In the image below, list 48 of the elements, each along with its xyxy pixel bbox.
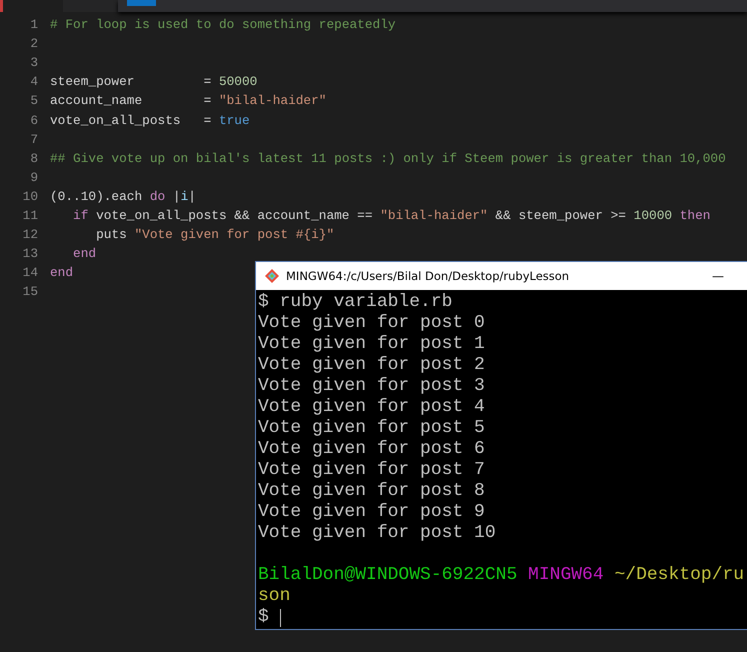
code-line: account_name = "bilal-haider" bbox=[50, 93, 326, 108]
code-line: end bbox=[50, 265, 74, 280]
minimize-button[interactable]: — bbox=[712, 269, 724, 283]
line-number: 11 bbox=[22, 208, 39, 223]
editor-tab[interactable] bbox=[0, 0, 63, 12]
terminal-text: Vote given for post 4 bbox=[258, 397, 485, 418]
terminal-text: Vote given for post 0 bbox=[258, 313, 485, 334]
terminal-text: son bbox=[258, 586, 290, 607]
terminal-text: Vote given for post 7 bbox=[258, 460, 485, 481]
line-number: 14 bbox=[22, 265, 39, 280]
square-icon bbox=[127, 0, 156, 6]
line-number: 1 bbox=[29, 17, 39, 32]
code-line: (0..10).each do |i| bbox=[50, 188, 196, 204]
terminal-text: Vote given for post 2 bbox=[258, 355, 485, 376]
line-number: 4 bbox=[29, 74, 39, 90]
line-number: 9 bbox=[29, 170, 39, 185]
line-number: 5 bbox=[29, 93, 39, 108]
terminal-text: Vote given for post 9 bbox=[258, 502, 485, 523]
line-number: 10 bbox=[22, 188, 39, 204]
window-title: MINGW64:/c/Users/Bilal Don/Desktop/rubyLesson bbox=[286, 269, 570, 283]
line-number: 13 bbox=[22, 246, 39, 262]
line-number: 12 bbox=[22, 227, 39, 242]
terminal-text: MINGW64 bbox=[527, 565, 604, 586]
code-line: end bbox=[73, 246, 96, 262]
text-cursor bbox=[280, 608, 281, 626]
line-number: 6 bbox=[29, 112, 39, 128]
line-number: 2 bbox=[29, 36, 39, 52]
terminal-text: BilalDon@WINDOWS-6922CN5 bbox=[258, 565, 518, 586]
line-number: 15 bbox=[22, 284, 39, 300]
terminal-text: Vote given for post 3 bbox=[258, 376, 485, 397]
line-number: 7 bbox=[29, 132, 39, 147]
line-number: 8 bbox=[29, 150, 39, 166]
code-line: vote_on_all_posts = true bbox=[50, 112, 250, 128]
code-line: ## Give vote up on bilal's latest 11 posts :) only if Steem power is greater than 10,000 bbox=[50, 150, 726, 166]
terminal-text: $ bbox=[258, 607, 269, 628]
terminal-text: ~/Desktop/ru bbox=[613, 565, 744, 586]
code-line: steem_power = 50000 bbox=[50, 74, 258, 90]
code-line: puts "Vote given for post #{i}" bbox=[96, 227, 334, 242]
terminal-text: Vote given for post 8 bbox=[258, 481, 485, 502]
terminal-text: Vote given for post 1 bbox=[258, 334, 485, 355]
terminal-text: Vote given for post 5 bbox=[258, 418, 485, 439]
code-line: if vote_on_all_posts && account_name == "bilal-haider" && steem_power >= 10000 then bbox=[73, 208, 710, 223]
terminal-text: $ ruby variable.rb bbox=[258, 292, 452, 313]
terminal-text: Vote given for post 10 bbox=[258, 523, 496, 544]
terminal-text: Vote given for post 6 bbox=[258, 439, 485, 460]
code-line: # For loop is used to do something repeatedly bbox=[50, 17, 396, 32]
line-number: 3 bbox=[29, 55, 39, 70]
diamond-logo-icon bbox=[264, 268, 280, 284]
